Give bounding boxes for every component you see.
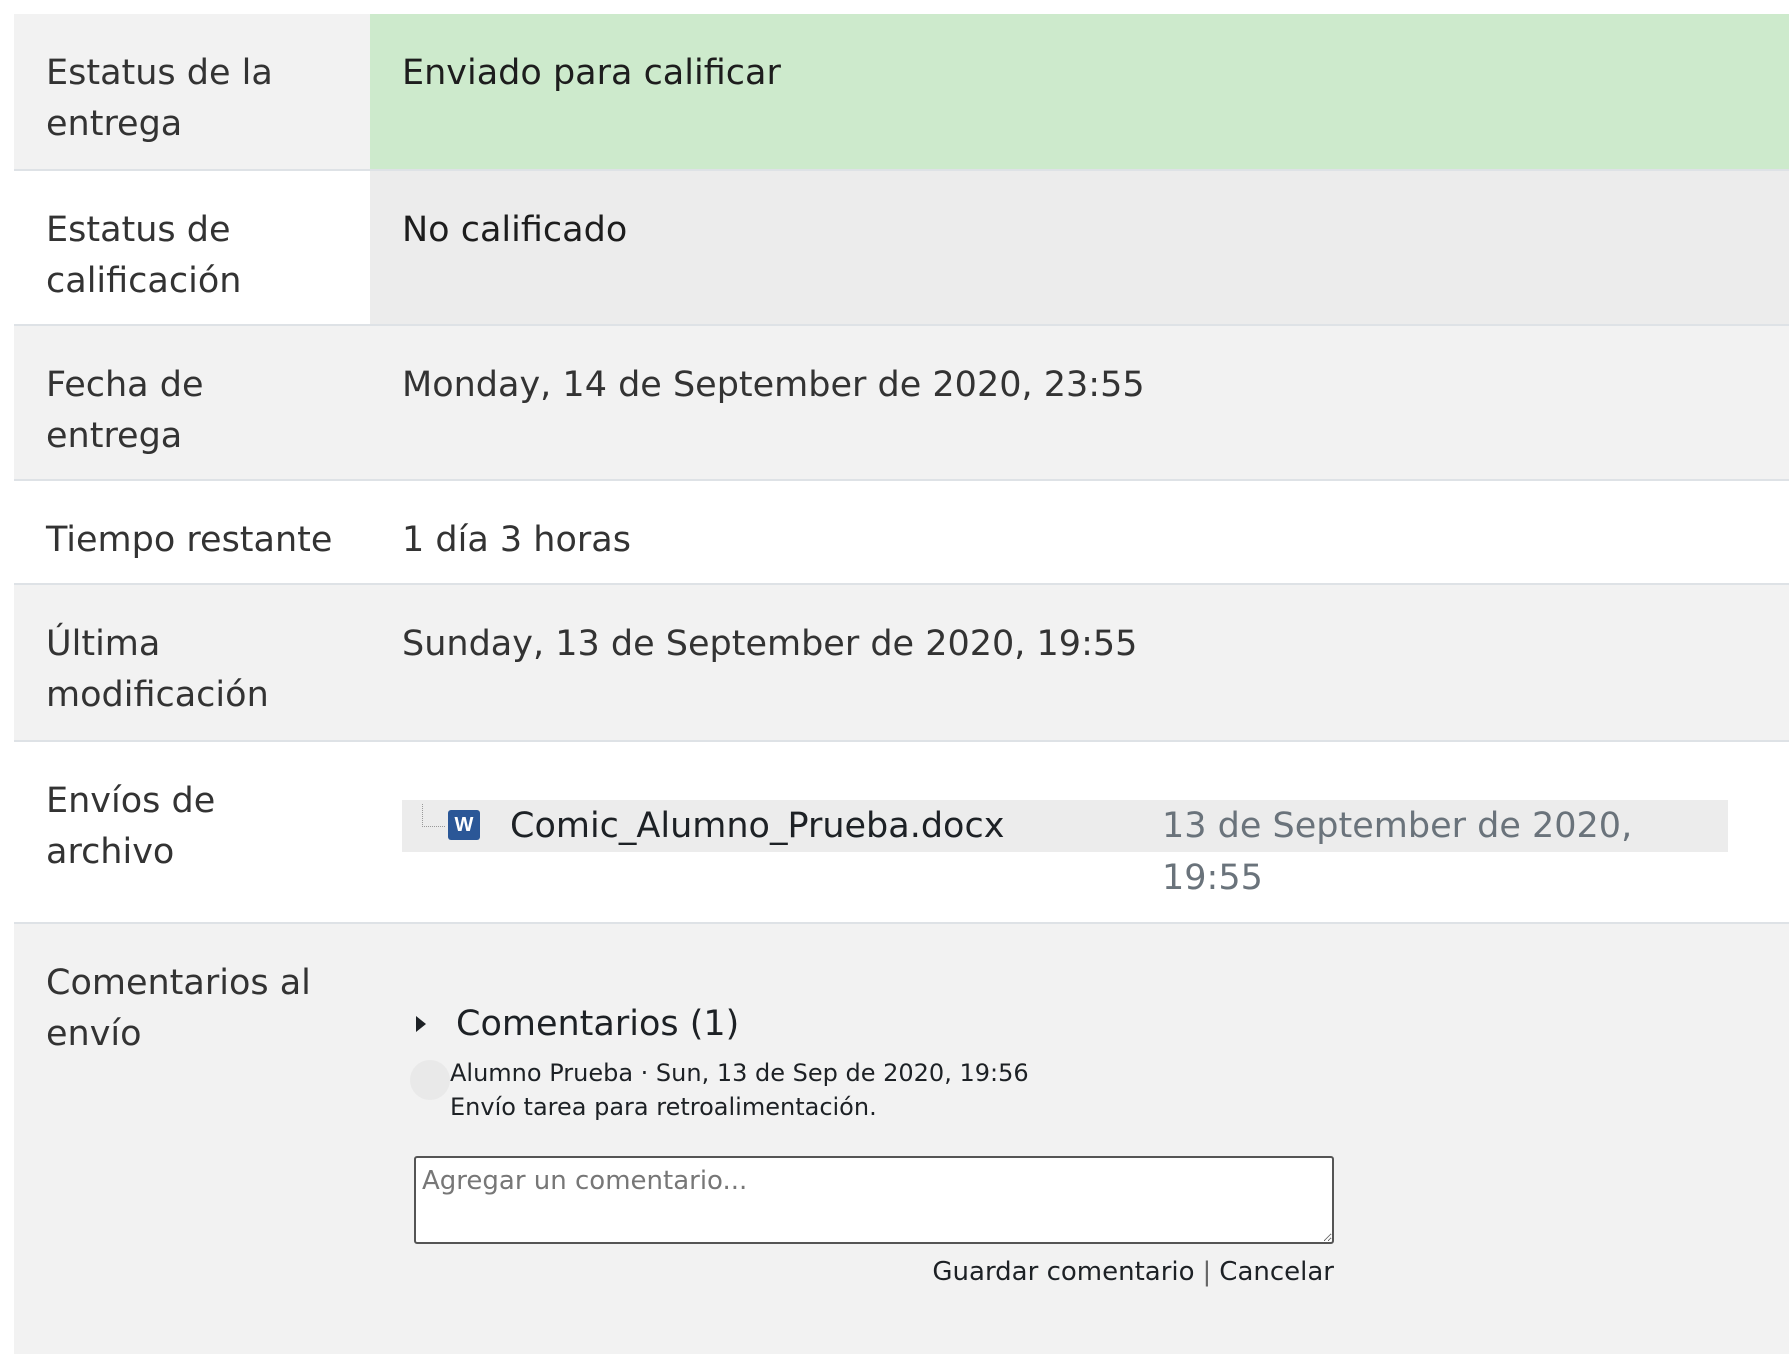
comments-toggle-label: Comentarios (1) [456, 1004, 740, 1044]
row-grading-status: Estatus de calificación No calificado [14, 171, 1789, 326]
comment-text: Envío tarea para retroalimentación. [450, 1093, 877, 1121]
row-file-submissions: Envíos de archivo W Comic_Alumno_Prueba.… [14, 742, 1789, 924]
avatar [410, 1060, 450, 1100]
row-submission-comments: Comentarios al envío Comentarios (1) Alu… [14, 924, 1789, 1354]
save-comment-link[interactable]: Guardar comentario [932, 1257, 1194, 1287]
row-due-date: Fecha de entrega Monday, 14 de September… [14, 326, 1789, 481]
row-submission-status: Estatus de la entrega Enviado para calif… [14, 14, 1789, 171]
action-separator: | [1202, 1257, 1212, 1287]
file-link[interactable]: Comic_Alumno_Prueba.docx [510, 800, 1004, 852]
row-label: Tiempo restante [46, 520, 333, 560]
comment-input[interactable] [414, 1156, 1334, 1244]
due-date-value: Monday, 14 de September de 2020, 23:55 [402, 365, 1145, 405]
caret-right-icon [416, 1016, 426, 1032]
grading-status-value: No calificado [370, 171, 1789, 324]
comments-toggle[interactable]: Comentarios (1) [402, 1004, 1769, 1044]
comment-actions: Guardar comentario | Cancelar [402, 1252, 1334, 1292]
row-label: Fecha de entrega [46, 365, 204, 456]
submission-status-value: Enviado para calificar [370, 14, 1789, 169]
file-submissions-value: W Comic_Alumno_Prueba.docx 13 de Septemb… [370, 742, 1789, 922]
file-item: W Comic_Alumno_Prueba.docx 13 de Septemb… [402, 800, 1728, 898]
row-last-modified: Última modificación Sunday, 13 de Septem… [14, 585, 1789, 742]
word-document-icon: W [448, 810, 480, 840]
tree-connector [422, 804, 445, 827]
row-label: Última modificación [46, 624, 269, 715]
last-modified-value: Sunday, 13 de September de 2020, 19:55 [402, 624, 1138, 664]
row-label: Comentarios al envío [46, 963, 311, 1054]
row-label: Envíos de archivo [46, 781, 216, 872]
comment-item: Alumno Prueba · Sun, 13 de Sep de 2020, … [402, 1056, 1769, 1126]
submission-status-table: Estatus de la entrega Enviado para calif… [14, 14, 1789, 1354]
row-label: Estatus de la entrega [46, 53, 273, 144]
row-label: Estatus de calificación [46, 210, 242, 301]
cancel-comment-link[interactable]: Cancelar [1219, 1257, 1334, 1287]
comment-meta: Alumno Prueba · Sun, 13 de Sep de 2020, … [450, 1059, 1029, 1087]
submission-comments-value: Comentarios (1) Alumno Prueba · Sun, 13 … [370, 924, 1789, 1354]
row-time-remaining: Tiempo restante 1 día 3 horas [14, 481, 1789, 585]
file-date: 13 de September de 2020, 19:55 [1162, 806, 1633, 898]
time-remaining-value: 1 día 3 horas [402, 520, 631, 560]
